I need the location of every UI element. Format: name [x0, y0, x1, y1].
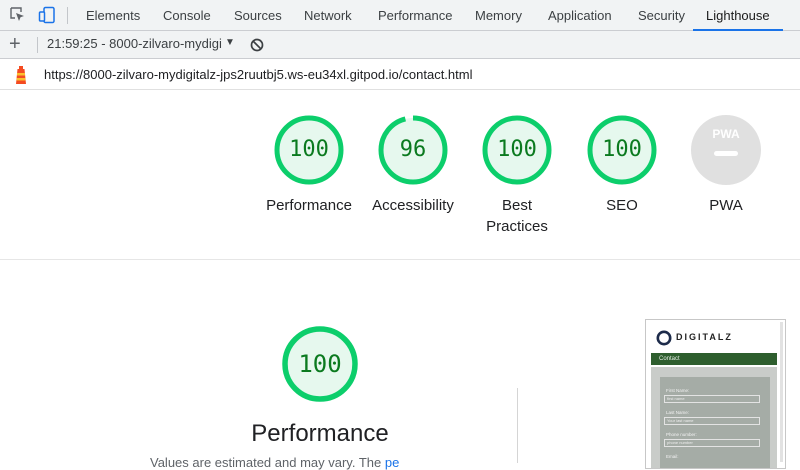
seo-gauge[interactable]: 100	[586, 114, 658, 186]
thumbnail-field-input: first name	[664, 395, 760, 403]
tab-security[interactable]: Security	[638, 0, 685, 30]
best-practices-label-line1: Best	[501, 197, 532, 214]
thumbnail-nav: Contact	[651, 353, 777, 365]
pwa-label: PWA	[709, 197, 743, 214]
accessibility-label: Accessibility	[372, 197, 454, 214]
final-screenshot-thumbnail[interactable]: DIGITALZ Contact First Name: first name …	[645, 319, 786, 469]
seo-score: 100	[602, 137, 642, 162]
lighthouse-toolbar: + 21:59:25 - 8000-zilvaro-mydigi ▼	[0, 31, 800, 59]
tab-memory[interactable]: Memory	[475, 0, 522, 30]
performance-gauge[interactable]: 100	[273, 114, 345, 186]
report-url[interactable]: https://8000-zilvaro-mydigitalz-jps2ruut…	[44, 67, 472, 82]
tab-application[interactable]: Application	[548, 0, 612, 30]
vertical-divider	[517, 388, 518, 463]
new-report-button[interactable]: +	[9, 33, 21, 55]
section-divider	[0, 259, 800, 260]
devtools-tab-bar: Elements Console Sources Network Perform…	[0, 0, 800, 31]
thumbnail-field-input: Your last name	[664, 417, 760, 425]
toolbar-separator	[67, 7, 68, 24]
tab-sources[interactable]: Sources	[234, 0, 282, 30]
performance-score: 100	[289, 137, 329, 162]
best-practices-score: 100	[497, 137, 537, 162]
tab-console[interactable]: Console	[163, 0, 211, 30]
accessibility-gauge[interactable]: 96	[377, 114, 449, 186]
thumbnail-nav-item: Contact	[659, 356, 680, 362]
thumbnail-scrollbar	[780, 322, 783, 462]
performance-section-title: Performance	[251, 420, 389, 447]
performance-label: Performance	[266, 197, 352, 214]
tab-elements[interactable]: Elements	[86, 0, 140, 30]
pwa-dash-icon	[714, 151, 738, 156]
performance-detail-gauge: 100	[281, 325, 359, 403]
best-practices-label: Best Practices	[457, 195, 577, 237]
tab-performance[interactable]: Performance	[378, 0, 452, 30]
tab-lighthouse[interactable]: Lighthouse	[693, 0, 783, 31]
pwa-badge: PWA	[712, 127, 740, 141]
best-practices-gauge[interactable]: 100	[481, 114, 553, 186]
tab-network[interactable]: Network	[304, 0, 352, 30]
lighthouse-icon	[14, 65, 28, 85]
thumbnail-field-label: Last Name:	[666, 410, 690, 415]
report-url-row: https://8000-zilvaro-mydigitalz-jps2ruut…	[0, 59, 800, 90]
thumbnail-field-label: First Name:	[666, 388, 690, 393]
pwa-gauge[interactable]: PWA	[690, 114, 762, 186]
chevron-down-icon[interactable]: ▼	[225, 37, 235, 48]
seo-label: SEO	[606, 197, 638, 214]
toolbar-separator	[37, 37, 38, 53]
performance-detail-score: 100	[298, 350, 342, 378]
thumbnail-field-input: phone number	[664, 439, 760, 447]
inspect-element-icon[interactable]	[9, 6, 27, 24]
thumbnail-field-label: Phone number:	[666, 432, 697, 437]
report-selector[interactable]: 21:59:25 - 8000-zilvaro-mydigi	[47, 36, 222, 51]
clear-reports-icon[interactable]	[249, 37, 265, 53]
thumbnail-field-label: Email:	[666, 454, 679, 459]
device-toolbar-icon[interactable]	[38, 6, 56, 24]
thumbnail-brand: DIGITALZ	[676, 332, 733, 342]
digitalz-logo-icon	[656, 330, 672, 346]
accessibility-score: 96	[399, 137, 427, 162]
best-practices-label-line2: Practices	[486, 218, 548, 235]
